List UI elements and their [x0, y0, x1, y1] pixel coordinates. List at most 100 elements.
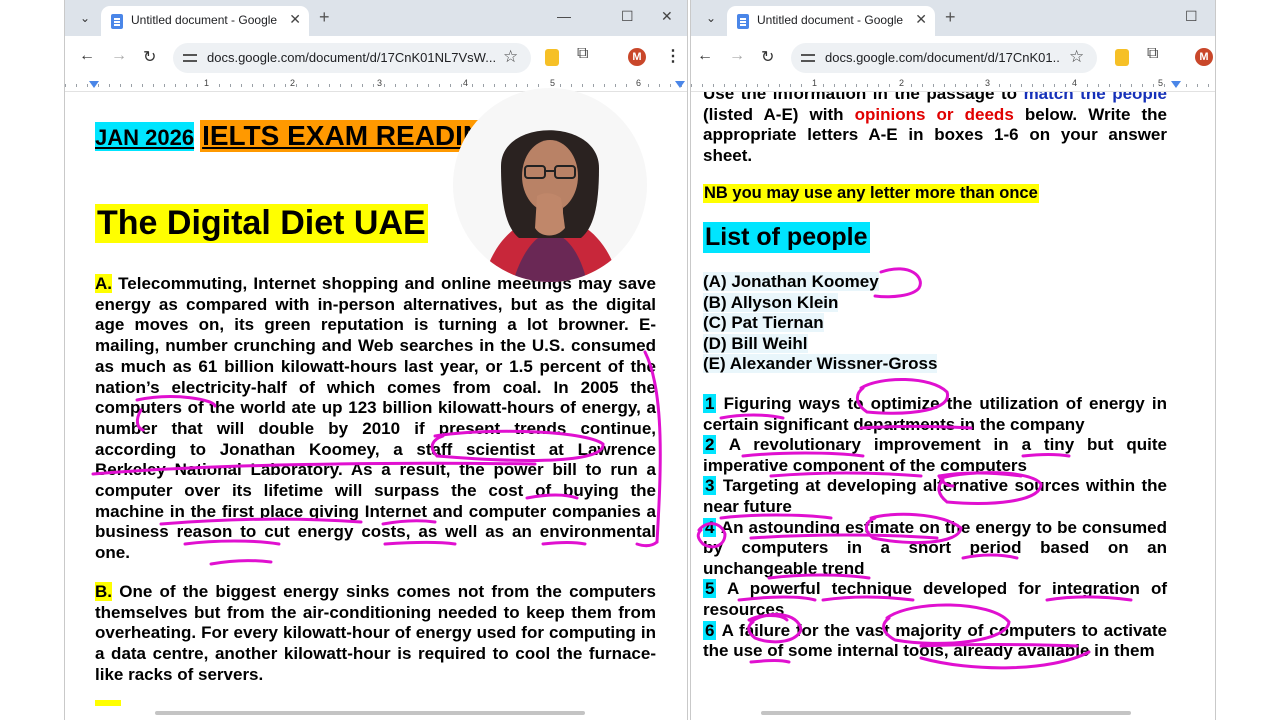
maximize-icon[interactable]: ☐ — [621, 8, 634, 25]
profile-avatar[interactable]: M — [628, 48, 646, 66]
question-item: 2 A revolutionary improvement in a tiny … — [703, 435, 1167, 476]
bookmark-star-icon[interactable]: ☆ — [1069, 47, 1084, 67]
ruler-number: 2 — [289, 78, 297, 88]
horizontal-ruler: 1 2 3 4 5 6 — [65, 78, 687, 92]
right-indent-marker[interactable] — [1171, 81, 1181, 88]
reload-icon[interactable]: ↻ — [761, 47, 774, 67]
paragraph-b-text: One of the biggest energy sinks comes no… — [95, 582, 657, 684]
indent-marker[interactable] — [89, 81, 99, 88]
question-item: 6 A failure for the vast majority of com… — [703, 620, 1167, 662]
close-tab-icon[interactable]: ✕ — [915, 11, 927, 28]
question-text: Figuring ways to optimize the utilizatio… — [703, 394, 1167, 434]
address-bar[interactable]: docs.google.com/document/d/17CnK01... ☆ — [791, 43, 1097, 73]
question-number: 2 — [703, 435, 717, 455]
nb-note: NB you may use any letter more than once — [703, 184, 1039, 203]
instruction-opinions-highlight: opinions or deeds — [854, 104, 1014, 124]
site-info-icon[interactable] — [801, 51, 815, 65]
people-heading: List of people — [703, 222, 870, 253]
instruction-text: Use the information in the passage to ma… — [703, 92, 1167, 167]
ruler-number: 5 — [549, 78, 557, 88]
reload-icon[interactable]: ↻ — [143, 47, 156, 67]
ruler-number: 2 — [898, 78, 906, 88]
ruler-number: 4 — [462, 78, 470, 88]
tab-title: Untitled document - Google Docs — [131, 13, 281, 27]
paragraph-c-label-peek — [95, 700, 121, 706]
instruction-part: Use the information in the passage to — [703, 92, 1018, 103]
desktop-edge-right — [1216, 0, 1280, 720]
tab-search-chevron-icon[interactable]: ⌄ — [73, 7, 97, 29]
browser-window-left: ⌄ Untitled document - Google Docs ✕ + — … — [64, 0, 688, 720]
person-name: (D) Bill Weihl — [703, 333, 808, 353]
browser-toolbar: ← → ↻ docs.google.com/document/d/17CnK01… — [691, 36, 1215, 78]
paragraph-a-text: Telecommuting, Internet shopping and onl… — [95, 274, 656, 563]
screen: ⌄ Untitled document - Google Docs ✕ + — … — [0, 0, 1280, 720]
person-item: (E) Alexander Wissner-Gross — [703, 354, 938, 375]
new-tab-icon[interactable]: + — [945, 7, 956, 28]
question-number: 1 — [703, 394, 717, 413]
back-icon[interactable]: ← — [79, 47, 95, 65]
ruler-number: 1 — [811, 78, 819, 88]
paragraph-b-label: B. — [95, 582, 112, 601]
question-text: A failure for the vast majority of compu… — [703, 620, 1167, 661]
menu-kebab-icon[interactable]: ⋮ — [665, 46, 681, 66]
right-indent-marker[interactable] — [675, 81, 685, 88]
forward-icon[interactable]: → — [729, 47, 745, 65]
person-name: (E) Alexander Wissner-Gross — [703, 354, 938, 374]
question-item: 3 Targeting at developing alternative so… — [703, 476, 1167, 517]
people-list: (A) Jonathan Koomey (B) Allyson Klein (C… — [703, 272, 938, 375]
ruler-number: 3 — [984, 78, 992, 88]
sticky-note-extension-icon[interactable] — [1115, 49, 1129, 66]
question-text: A powerful technique developed for integ… — [703, 579, 1167, 619]
browser-tab[interactable]: Untitled document - Google Docs ✕ — [101, 6, 309, 36]
paragraph-a: A. Telecommuting, Internet shopping and … — [95, 274, 656, 564]
back-icon[interactable]: ← — [697, 47, 713, 65]
minimize-icon[interactable]: — — [557, 8, 571, 24]
document-title: The Digital Diet UAE — [95, 204, 428, 243]
url-text: docs.google.com/document/d/17CnK01... — [825, 50, 1061, 65]
person-name: (B) Allyson Klein — [703, 292, 839, 312]
forward-icon[interactable]: → — [111, 47, 127, 65]
extensions-puzzle-icon[interactable]: ⧉ — [1147, 45, 1158, 63]
extensions-puzzle-icon[interactable]: ⧉ — [577, 45, 588, 63]
maximize-icon[interactable]: ☐ — [1185, 8, 1198, 25]
paragraph-b: B. One of the biggest energy sinks comes… — [95, 582, 656, 686]
questions-list: 1 Figuring ways to optimize the utilizat… — [703, 394, 1167, 662]
new-tab-icon[interactable]: + — [319, 7, 330, 28]
paragraph-a-label: A. — [95, 274, 112, 293]
ruler-number: 5 — [1157, 78, 1165, 88]
ruler-number: 3 — [376, 78, 384, 88]
browser-tab[interactable]: Untitled document - Google Docs ✕ — [727, 6, 935, 36]
close-tab-icon[interactable]: ✕ — [289, 11, 301, 28]
instruction-match-highlight: match the — [1023, 92, 1106, 103]
close-window-icon[interactable]: ✕ — [661, 8, 673, 25]
person-item: (C) Pat Tiernan — [703, 313, 937, 334]
question-text: An astounding estimate on the energy to … — [703, 517, 1167, 578]
question-item: 5 A powerful technique developed for int… — [703, 579, 1167, 620]
question-item: 1 Figuring ways to optimize the utilizat… — [703, 394, 1167, 435]
docs-icon — [737, 14, 749, 29]
exam-date: JAN 2026 — [95, 122, 195, 151]
site-info-icon[interactable] — [183, 51, 197, 65]
horizontal-scrollbar[interactable] — [155, 711, 585, 715]
person-name: (C) Pat Tiernan — [703, 313, 824, 333]
url-text: docs.google.com/document/d/17CnK01NL7VsW… — [207, 50, 497, 65]
presenter-figure — [453, 88, 647, 282]
tab-search-chevron-icon[interactable]: ⌄ — [699, 7, 723, 29]
exam-heading: JAN 2026 IELTS EXAM READING — [95, 120, 507, 152]
bookmark-star-icon[interactable]: ☆ — [503, 47, 518, 67]
question-text: A revolutionary improvement in a tiny bu… — [703, 435, 1167, 475]
person-name: (A) Jonathan Koomey — [703, 272, 879, 291]
document-canvas[interactable]: Use the information in the passage to ma… — [691, 92, 1215, 720]
horizontal-scrollbar[interactable] — [761, 711, 1131, 715]
instruction-people-highlight: people — [1112, 92, 1167, 103]
desktop-edge-left — [0, 0, 64, 720]
question-number: 5 — [703, 579, 717, 599]
horizontal-ruler: 1 2 3 4 5 — [691, 78, 1215, 92]
ruler-ticks — [691, 84, 1215, 87]
person-item: (D) Bill Weihl — [703, 333, 937, 355]
sticky-note-extension-icon[interactable] — [545, 49, 559, 66]
tab-strip: ⌄ Untitled document - Google Docs ✕ + ☐ — [691, 0, 1215, 36]
profile-avatar[interactable]: M — [1195, 48, 1213, 66]
address-bar[interactable]: docs.google.com/document/d/17CnK01NL7VsW… — [173, 43, 531, 73]
docs-icon — [111, 14, 123, 29]
